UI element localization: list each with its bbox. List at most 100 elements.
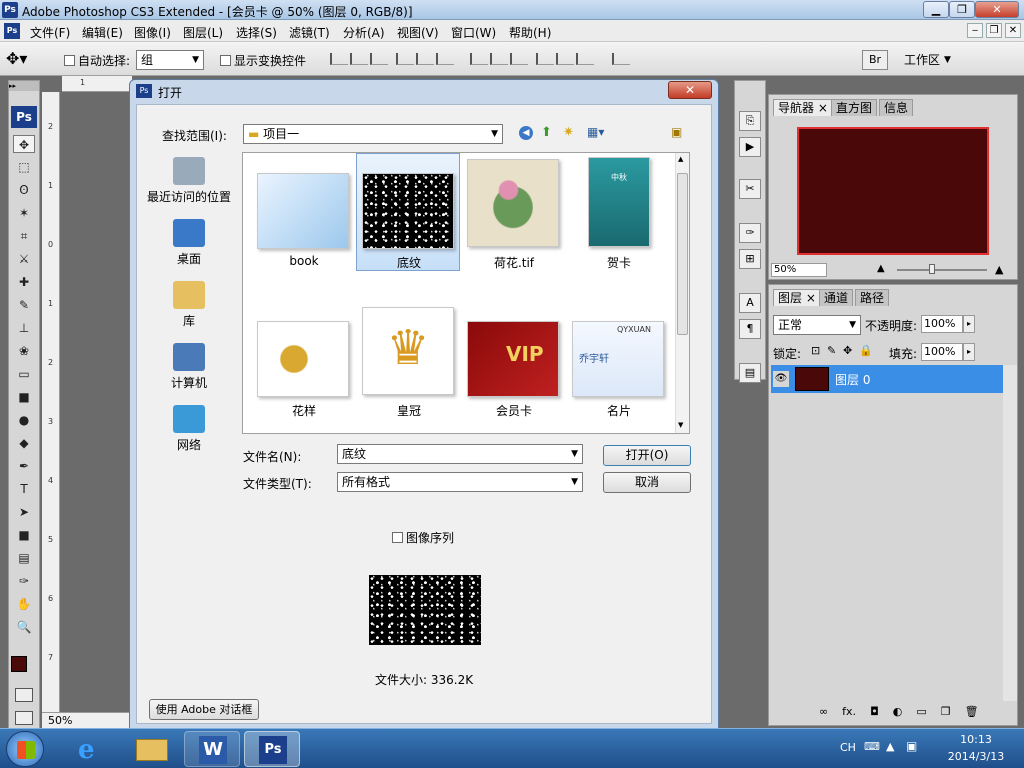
- blur-tool[interactable]: ●: [13, 411, 35, 429]
- marquee-tool[interactable]: ⬚: [13, 158, 35, 176]
- menu-file[interactable]: 文件(F): [28, 24, 72, 41]
- tray-arrow-icon[interactable]: ▲: [886, 740, 894, 753]
- auto-select-checkbox[interactable]: 自动选择:: [64, 52, 130, 69]
- maximize-button[interactable]: ❐: [949, 1, 975, 18]
- keyboard-icon[interactable]: ⌨: [864, 740, 880, 753]
- view-menu-icon[interactable]: ▦▾: [587, 125, 604, 139]
- file-type-dropdown[interactable]: 所有格式 ▼: [337, 472, 583, 492]
- file-thumbnail-pattern[interactable]: [362, 173, 454, 249]
- document-restore-button[interactable]: ❐: [986, 23, 1002, 38]
- align-vcenter-icon[interactable]: [350, 53, 368, 65]
- bridge-icon[interactable]: Br: [862, 50, 888, 70]
- scroll-up-icon[interactable]: ▲: [678, 155, 683, 163]
- place-recent-places[interactable]: 最近访问的位置: [147, 157, 231, 205]
- eyedropper-tool[interactable]: ✑: [13, 572, 35, 590]
- file-thumbnail-lotus[interactable]: [467, 159, 559, 247]
- group-icon[interactable]: ▭: [916, 705, 926, 718]
- distribute-vcenter-icon[interactable]: [490, 53, 508, 65]
- layers-scrollbar[interactable]: [1003, 365, 1017, 701]
- input-language[interactable]: CH: [840, 741, 856, 754]
- screen-mode-icon[interactable]: [15, 711, 33, 725]
- path-selection-tool[interactable]: ➤: [13, 503, 35, 521]
- look-in-dropdown[interactable]: ▬ 项目一 ▼: [243, 124, 503, 144]
- menu-layer[interactable]: 图层(L): [181, 24, 225, 41]
- file-name-field[interactable]: 底纹 ▼: [337, 444, 583, 464]
- clock-date[interactable]: 2014/3/13: [940, 750, 1012, 763]
- align-bottom-icon[interactable]: [370, 53, 388, 65]
- document-close-button[interactable]: ✕: [1005, 23, 1021, 38]
- eraser-tool[interactable]: ▭: [13, 365, 35, 383]
- healing-brush-tool[interactable]: ✚: [13, 273, 35, 291]
- history-brush-tool[interactable]: ❀: [13, 342, 35, 360]
- zoom-in-icon[interactable]: ▲: [995, 263, 1003, 276]
- cancel-button[interactable]: 取消: [603, 472, 691, 493]
- close-window-button[interactable]: ✕: [975, 1, 1019, 18]
- auto-select-check-icon[interactable]: [64, 55, 75, 66]
- align-right-icon[interactable]: [436, 53, 454, 65]
- notes-tool[interactable]: ▤: [13, 549, 35, 567]
- ie-taskbar-button[interactable]: e: [64, 731, 120, 767]
- foreground-color-swatch[interactable]: [11, 656, 27, 672]
- link-layers-icon[interactable]: ∞: [819, 705, 828, 718]
- file-thumbnail-crown[interactable]: ♛: [362, 307, 454, 395]
- distribute-bottom-icon[interactable]: [510, 53, 528, 65]
- tool-presets-icon[interactable]: ✂: [739, 179, 761, 199]
- photoshop-taskbar-button[interactable]: Ps: [244, 731, 300, 767]
- trash-icon[interactable]: 🗑: [965, 705, 979, 718]
- tab-channels[interactable]: 通道: [819, 289, 854, 306]
- file-thumbnail-book[interactable]: [257, 173, 349, 249]
- menu-filter[interactable]: 滤镜(T): [287, 24, 332, 41]
- tab-info[interactable]: 信息: [879, 99, 914, 116]
- dodge-tool[interactable]: ◆: [13, 434, 35, 452]
- character-palette-icon[interactable]: A: [739, 293, 761, 313]
- network-status-icon[interactable]: ▣: [906, 739, 917, 753]
- file-list[interactable]: ▲ ▼ book 底纹 荷花.tif 中秋 贺卡 花样 ♛ 皇冠 VIP 会员卡 QYXUAN 乔宇轩…: [242, 152, 690, 434]
- file-thumbnail-vip[interactable]: VIP: [467, 321, 559, 397]
- photoshop-menu-icon[interactable]: Ps: [4, 23, 20, 39]
- lock-position-icon[interactable]: ✥: [843, 344, 852, 357]
- opacity-field[interactable]: 100%: [921, 315, 963, 333]
- lock-transparent-icon[interactable]: ⊡: [811, 344, 820, 357]
- image-sequence-checkbox[interactable]: 图像序列: [392, 529, 454, 546]
- start-button[interactable]: [6, 731, 44, 767]
- distribute-right-icon[interactable]: [576, 53, 594, 65]
- open-button[interactable]: 打开(O): [603, 445, 691, 466]
- zoom-slider[interactable]: [897, 264, 987, 274]
- file-thumbnail-namecard[interactable]: QYXUAN 乔宇轩: [572, 321, 664, 397]
- navigator-zoom-field[interactable]: 50%: [771, 263, 827, 277]
- layer-row[interactable]: 👁 图层 0: [771, 365, 1003, 393]
- pen-tool[interactable]: ✒: [13, 457, 35, 475]
- actions-palette-icon[interactable]: ▶: [739, 137, 761, 157]
- navigator-preview[interactable]: [797, 127, 989, 255]
- tab-layers[interactable]: 图层 ×: [773, 289, 821, 306]
- file-label[interactable]: 会员卡: [459, 402, 569, 419]
- move-tool-preset-icon[interactable]: ✥▾: [6, 48, 50, 70]
- file-label[interactable]: 皇冠: [354, 402, 464, 419]
- type-tool[interactable]: T: [13, 480, 35, 498]
- file-label[interactable]: 名片: [564, 402, 674, 419]
- menu-analysis[interactable]: 分析(A): [341, 24, 387, 41]
- slice-tool[interactable]: ⚔: [13, 250, 35, 268]
- lock-all-icon[interactable]: 🔒: [859, 344, 873, 357]
- lasso-tool[interactable]: ʘ: [13, 181, 35, 199]
- distribute-hcenter-icon[interactable]: [556, 53, 574, 65]
- crop-tool[interactable]: ⌗: [13, 227, 35, 245]
- align-top-icon[interactable]: [330, 53, 348, 65]
- show-transform-check-icon[interactable]: [220, 55, 231, 66]
- file-list-scrollbar[interactable]: ▲ ▼: [675, 153, 689, 433]
- use-adobe-dialog-button[interactable]: 使用 Adobe 对话框: [149, 699, 259, 720]
- layer-name[interactable]: 图层 0: [835, 371, 870, 388]
- place-network[interactable]: 网络: [147, 405, 231, 453]
- quick-mask-icon[interactable]: [15, 688, 33, 702]
- image-sequence-check-icon[interactable]: [392, 532, 403, 543]
- file-label[interactable]: 花样: [249, 402, 359, 419]
- place-libraries[interactable]: 库: [147, 281, 231, 329]
- distribute-top-icon[interactable]: [470, 53, 488, 65]
- scroll-down-icon[interactable]: ▼: [678, 421, 683, 429]
- align-left-icon[interactable]: [396, 53, 414, 65]
- up-folder-icon[interactable]: ⬆: [541, 125, 552, 140]
- word-taskbar-button[interactable]: W: [184, 731, 240, 767]
- eye-icon[interactable]: 👁: [773, 371, 789, 387]
- dialog-close-button[interactable]: ✕: [668, 81, 712, 99]
- distribute-left-icon[interactable]: [536, 53, 554, 65]
